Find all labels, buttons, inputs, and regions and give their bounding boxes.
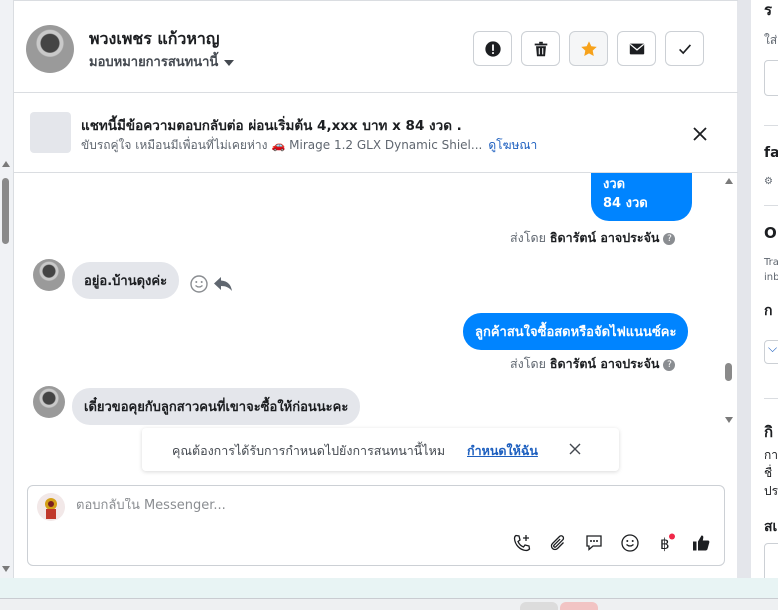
delete-button[interactable]: [521, 31, 560, 66]
scroll-thumb[interactable]: [2, 178, 9, 244]
ad-context-banner: แชทนี้มีข้อความตอบกลับต่อ ผ่อนเริ่มต้น 4…: [14, 94, 738, 173]
panel-text: inb: [764, 272, 778, 283]
thumbs-up-icon: [693, 535, 710, 551]
panel-text: กา: [764, 448, 778, 462]
report-icon: [484, 40, 501, 57]
taskbar: [0, 598, 778, 610]
scroll-up-arrow-icon[interactable]: [725, 178, 733, 184]
sender-name: ธิดารัตน์ อาจประจัน: [549, 230, 660, 245]
assign-notice: คุณต้องการได้รับการกำหนดไปยังการสนทนานี้…: [142, 428, 619, 471]
scroll-down-arrow-icon[interactable]: [725, 417, 733, 423]
message-line: งวด: [603, 177, 626, 192]
call-button[interactable]: [511, 532, 533, 554]
sent-by-prefix: ส่งโดย: [510, 356, 546, 371]
emoji-button[interactable]: [619, 532, 641, 554]
ad-title: แชทนี้มีข้อความตอบกลับต่อ ผ่อนเริ่มต้น 4…: [81, 118, 462, 134]
help-icon[interactable]: ?: [663, 232, 676, 245]
phone-add-icon: [513, 534, 531, 552]
reply-icon[interactable]: [212, 274, 234, 294]
sender-name: ธิดารัตน์ อาจประจัน: [549, 356, 660, 371]
panel-input[interactable]: [764, 60, 778, 96]
scroll-up-arrow-icon[interactable]: [2, 161, 10, 167]
car-icon: 🚗: [271, 139, 286, 152]
taskbar-item[interactable]: [520, 602, 558, 610]
envelope-icon: [629, 43, 644, 54]
divider: [764, 398, 778, 399]
react-emoji-icon[interactable]: [189, 274, 209, 294]
ad-car-text: Mirage 1.2 GLX Dynamic Shiel...: [289, 138, 483, 152]
panel-icon: ⚙: [764, 176, 773, 187]
close-icon[interactable]: [690, 124, 710, 144]
saved-replies-button[interactable]: [583, 532, 605, 554]
message-list[interactable]: งวด 84 งวด ส่งโดย ธิดารัตน์ อาจประจัน? อ…: [14, 173, 738, 428]
scroll-thumb[interactable]: [725, 363, 732, 381]
contact-avatar[interactable]: [26, 25, 74, 73]
view-ad-link[interactable]: ดูโฆษณา: [488, 138, 537, 152]
scroll-down-arrow-icon[interactable]: [2, 566, 10, 572]
paperclip-icon: [550, 535, 565, 551]
assign-conversation-dropdown[interactable]: มอบหมายการสนทนานี้: [89, 51, 235, 72]
star-icon: [580, 40, 597, 56]
panel-heading: fa: [764, 145, 778, 161]
message-scrollbar[interactable]: [722, 173, 736, 428]
panel-heading: O: [764, 224, 777, 242]
panel-heading: ร: [764, 1, 773, 19]
reply-composer: ฿: [27, 485, 725, 566]
outgoing-message[interactable]: ลูกค้าสนใจซื้อสดหรือจัดไฟแนนซ์คะ: [463, 313, 689, 350]
notice-text: คุณต้องการได้รับการกำหนดไปยังการสนทนานี้…: [172, 443, 446, 458]
like-button[interactable]: [690, 532, 712, 554]
taskbar-item[interactable]: [560, 602, 598, 610]
panel-input[interactable]: [764, 543, 778, 578]
ad-subtitle-row: ขับรถคู่ใจ เหมือนมีเพื่อนที่ไม่เคยห่าง 🚗 M…: [81, 136, 537, 155]
panel-heading: ก: [764, 303, 773, 319]
outgoing-message[interactable]: งวด 84 งวด: [591, 173, 692, 221]
message-line: 84 งวด: [603, 196, 648, 211]
right-details-panel: ร ใส่ fa ⚙ O Tra inb ก ⌵ กิ กา ชื่ ปร สเ: [751, 0, 778, 578]
chat-header: พวงเพชร แก้วหาญ มอบหมายการสนทนานี้: [14, 0, 738, 93]
sent-by-label: ส่งโดย ธิดารัตน์ อาจประจัน?: [510, 228, 676, 248]
contact-name[interactable]: พวงเพชร แก้วหาญ: [89, 27, 220, 52]
mark-unread-button[interactable]: [617, 31, 656, 66]
assign-to-me-link[interactable]: กำหนดให้ฉัน: [467, 441, 538, 461]
mark-done-button[interactable]: [665, 31, 704, 66]
check-icon: [678, 43, 691, 54]
chat-panel: พวงเพชร แก้วหาญ มอบหมายการสนทนานี้ แชทนี…: [13, 0, 738, 578]
panel-text: ชื่: [764, 466, 773, 480]
assign-label: มอบหมายการสนทนานี้: [89, 55, 219, 70]
page-logo-icon: [45, 498, 57, 519]
incoming-message[interactable]: อยู่อ.บ้านดุงค่ะ: [72, 262, 180, 299]
report-button[interactable]: [473, 31, 512, 66]
incoming-message[interactable]: เดี๋ยวขอคุยกับลูกสาวคนที่เขาจะซื้อให้ก่อ…: [72, 388, 361, 425]
panel-heading: สเ: [764, 519, 778, 535]
panel-text: Tra: [764, 257, 778, 268]
reply-input[interactable]: [76, 498, 676, 513]
panel-heading: กิ: [764, 423, 774, 441]
svg-text:฿: ฿: [660, 535, 670, 553]
panel-text: ปร: [764, 484, 778, 498]
saved-reply-icon: [586, 535, 602, 551]
page-avatar: [37, 493, 65, 521]
help-icon[interactable]: ?: [663, 358, 676, 371]
baht-icon: ฿: [660, 533, 675, 553]
ad-subtitle: ขับรถคู่ใจ เหมือนมีเพื่อนที่ไม่เคยห่าง: [81, 138, 268, 152]
attach-button[interactable]: [547, 532, 569, 554]
panel-dropdown[interactable]: ⌵: [764, 340, 778, 364]
emoji-icon: [621, 534, 639, 552]
contact-mini-avatar: [33, 259, 65, 291]
sent-by-prefix: ส่งโดย: [510, 230, 546, 245]
ad-thumbnail: [30, 112, 71, 153]
payment-button[interactable]: ฿: [654, 532, 676, 554]
close-icon[interactable]: [568, 442, 582, 456]
divider: [764, 125, 778, 126]
divider: [764, 205, 778, 206]
panel-text: ใส่: [764, 33, 778, 47]
bottom-strip: [0, 578, 778, 598]
caret-down-icon: [224, 59, 235, 66]
star-button[interactable]: [569, 31, 608, 66]
contact-mini-avatar: [33, 386, 65, 418]
trash-icon: [534, 41, 547, 56]
page-scrollbar[interactable]: [0, 0, 13, 578]
sent-by-label: ส่งโดย ธิดารัตน์ อาจประจัน?: [510, 354, 676, 374]
